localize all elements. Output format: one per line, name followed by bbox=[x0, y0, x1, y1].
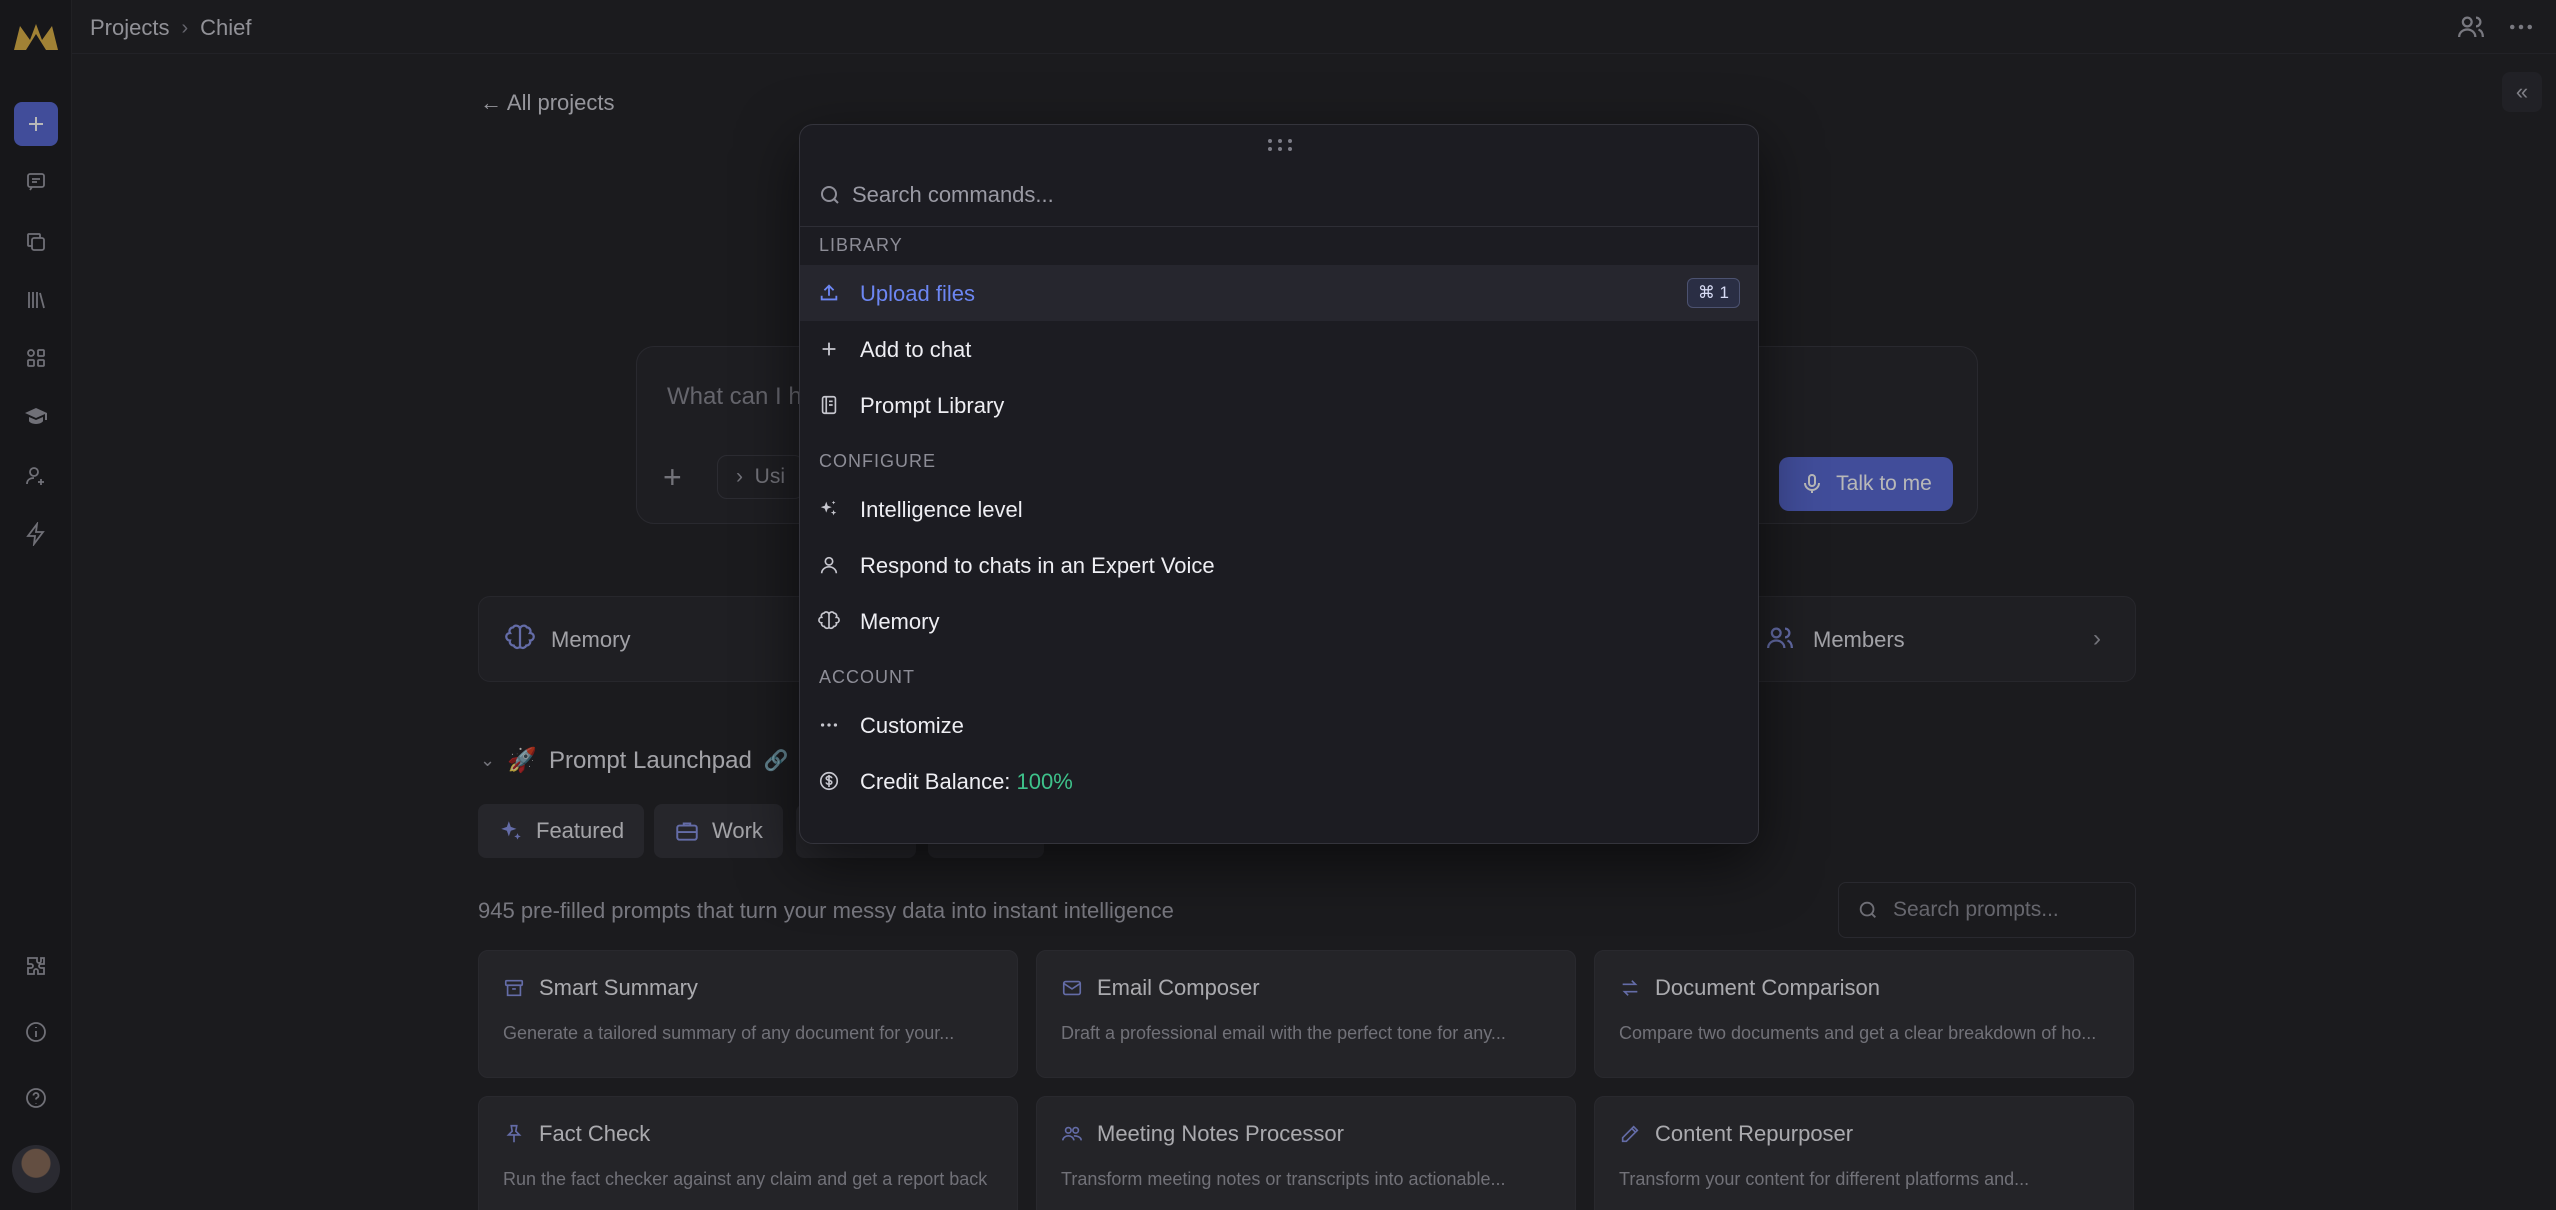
user-icon bbox=[820, 556, 838, 574]
brain-icon bbox=[818, 611, 840, 630]
section-configure: CONFIGURE bbox=[819, 451, 936, 471]
cmd-memory[interactable]: Memory bbox=[800, 593, 1758, 649]
cmd-credit-balance[interactable]: Credit Balance: 100% bbox=[800, 753, 1758, 809]
cmd-expert-voice-label: Respond to chats in an Expert Voice bbox=[860, 553, 1215, 578]
upload-icon bbox=[820, 284, 838, 301]
cmd-prompt-library-label: Prompt Library bbox=[860, 393, 1005, 418]
cmd-customize-label: Customize bbox=[860, 713, 964, 738]
shortcut-badge: ⌘ 1 bbox=[1686, 278, 1740, 308]
cmd-intelligence-level[interactable]: Intelligence level bbox=[800, 481, 1758, 537]
cmd-customize[interactable]: Customize bbox=[800, 697, 1758, 753]
command-search bbox=[800, 163, 1758, 227]
cmd-expert-voice[interactable]: Respond to chats in an Expert Voice bbox=[800, 537, 1758, 593]
drag-handle-icon[interactable] bbox=[1266, 137, 1294, 153]
search-icon bbox=[821, 186, 839, 204]
plus-icon bbox=[822, 342, 836, 356]
sparkle-icon bbox=[820, 500, 837, 516]
credit-label: Credit Balance: bbox=[860, 769, 1017, 794]
dollar-icon bbox=[819, 771, 839, 791]
book-icon bbox=[821, 395, 837, 415]
cmd-upload-files[interactable]: Upload files ⌘ 1 bbox=[800, 265, 1758, 321]
cmd-add-to-chat-label: Add to chat bbox=[860, 337, 972, 362]
command-search-input[interactable] bbox=[852, 175, 1712, 215]
cmd-memory-label: Memory bbox=[860, 609, 940, 634]
more-icon bbox=[820, 723, 838, 727]
credit-value: 100% bbox=[1016, 769, 1073, 794]
cmd-intelligence-level-label: Intelligence level bbox=[860, 497, 1023, 522]
cmd-add-to-chat[interactable]: Add to chat bbox=[800, 321, 1758, 377]
cmd-credit-balance-label: Credit Balance: 100% bbox=[860, 769, 1073, 795]
cmd-upload-files-label: Upload files bbox=[860, 281, 975, 306]
section-library: LIBRARY bbox=[819, 235, 903, 255]
command-palette: LIBRARY Upload files ⌘ 1 Add to chat Pro… bbox=[799, 124, 1759, 844]
section-account: ACCOUNT bbox=[819, 667, 915, 687]
cmd-prompt-library[interactable]: Prompt Library bbox=[800, 377, 1758, 433]
